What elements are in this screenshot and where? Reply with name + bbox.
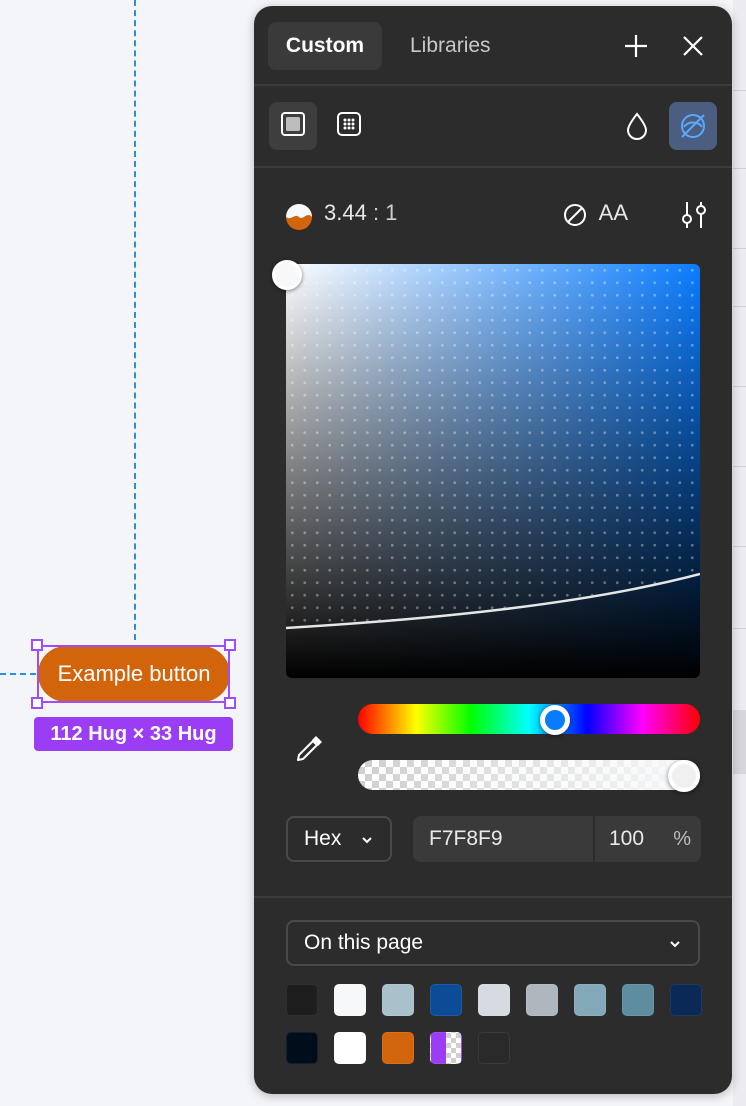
swatch[interactable]	[286, 1032, 318, 1064]
tab-custom[interactable]: Custom	[268, 22, 382, 70]
swatch[interactable]	[478, 984, 510, 1016]
vertical-guide-line	[134, 0, 136, 640]
library-select[interactable]: On this page	[286, 920, 700, 966]
drop-icon[interactable]	[613, 102, 661, 150]
opacity-value: 100	[609, 827, 645, 850]
color-format-select[interactable]: Hex	[286, 816, 392, 862]
eyedropper-icon[interactable]	[292, 732, 326, 771]
hue-slider[interactable]	[358, 704, 700, 734]
library-divider	[254, 896, 732, 898]
contrast-row: 3.44 : 1 AA	[284, 196, 708, 236]
opacity-slider-knob[interactable]	[668, 760, 700, 792]
swatch[interactable]	[622, 984, 654, 1016]
solid-fill-button[interactable]	[269, 102, 317, 150]
solid-fill-icon	[280, 111, 306, 142]
swatch[interactable]	[670, 984, 702, 1016]
size-badge: 112 Hug × 33 Hug	[34, 717, 233, 751]
swatch[interactable]	[286, 984, 318, 1016]
tab-libraries[interactable]: Libraries	[394, 22, 507, 70]
selection-box	[37, 645, 230, 703]
header-divider	[254, 84, 732, 86]
horizontal-guide-line	[0, 673, 36, 675]
contrast-ratio-value: 3.44	[324, 200, 367, 225]
swatch[interactable]	[382, 1032, 414, 1064]
contrast-threshold-curve	[286, 572, 700, 630]
resize-handle-top-left[interactable]	[31, 639, 43, 651]
swatch[interactable]	[382, 984, 414, 1016]
saturation-brightness-knob[interactable]	[272, 260, 302, 290]
saturation-brightness-area[interactable]	[286, 264, 700, 678]
contrast-ratio-suffix: : 1	[372, 200, 398, 225]
chevron-down-icon	[360, 830, 374, 856]
swatch[interactable]	[574, 984, 606, 1016]
image-fill-button[interactable]	[325, 102, 373, 150]
fail-icon	[562, 202, 588, 233]
plus-icon[interactable]	[622, 32, 650, 60]
opacity-slider[interactable]	[358, 760, 700, 790]
resize-handle-top-right[interactable]	[224, 639, 236, 651]
library-select-label: On this page	[304, 931, 424, 954]
swatch[interactable]	[334, 984, 366, 1016]
adjust-settings-icon[interactable]	[680, 200, 708, 235]
swatch-with-transparency[interactable]	[430, 1032, 462, 1064]
swatch[interactable]	[526, 984, 558, 1016]
image-fill-icon	[336, 111, 362, 142]
opacity-unit: %	[673, 828, 691, 850]
chevron-down-icon	[668, 934, 682, 960]
color-format-label: Hex	[304, 827, 342, 850]
hue-slider-knob[interactable]	[540, 705, 570, 735]
toolbar-divider	[254, 166, 732, 168]
resize-handle-bottom-right[interactable]	[224, 697, 236, 709]
resize-handle-bottom-left[interactable]	[31, 697, 43, 709]
close-icon[interactable]	[679, 32, 707, 60]
hex-input[interactable]: F7F8F9	[413, 816, 593, 862]
contrast-ratio: 3.44 : 1	[324, 200, 397, 226]
compliance-level[interactable]: AA	[599, 200, 628, 226]
swatch[interactable]	[478, 1032, 510, 1064]
vision-simulation-icon[interactable]	[669, 102, 717, 150]
opacity-input[interactable]: 100 %	[595, 816, 701, 862]
swatch[interactable]	[334, 1032, 366, 1064]
right-sidebar-edge	[733, 0, 746, 1106]
contrast-icon	[284, 202, 314, 237]
color-picker-panel: Custom Libraries 3.44 : 1 AA Hex F7F8F9 …	[254, 6, 732, 1094]
swatch[interactable]	[430, 984, 462, 1016]
